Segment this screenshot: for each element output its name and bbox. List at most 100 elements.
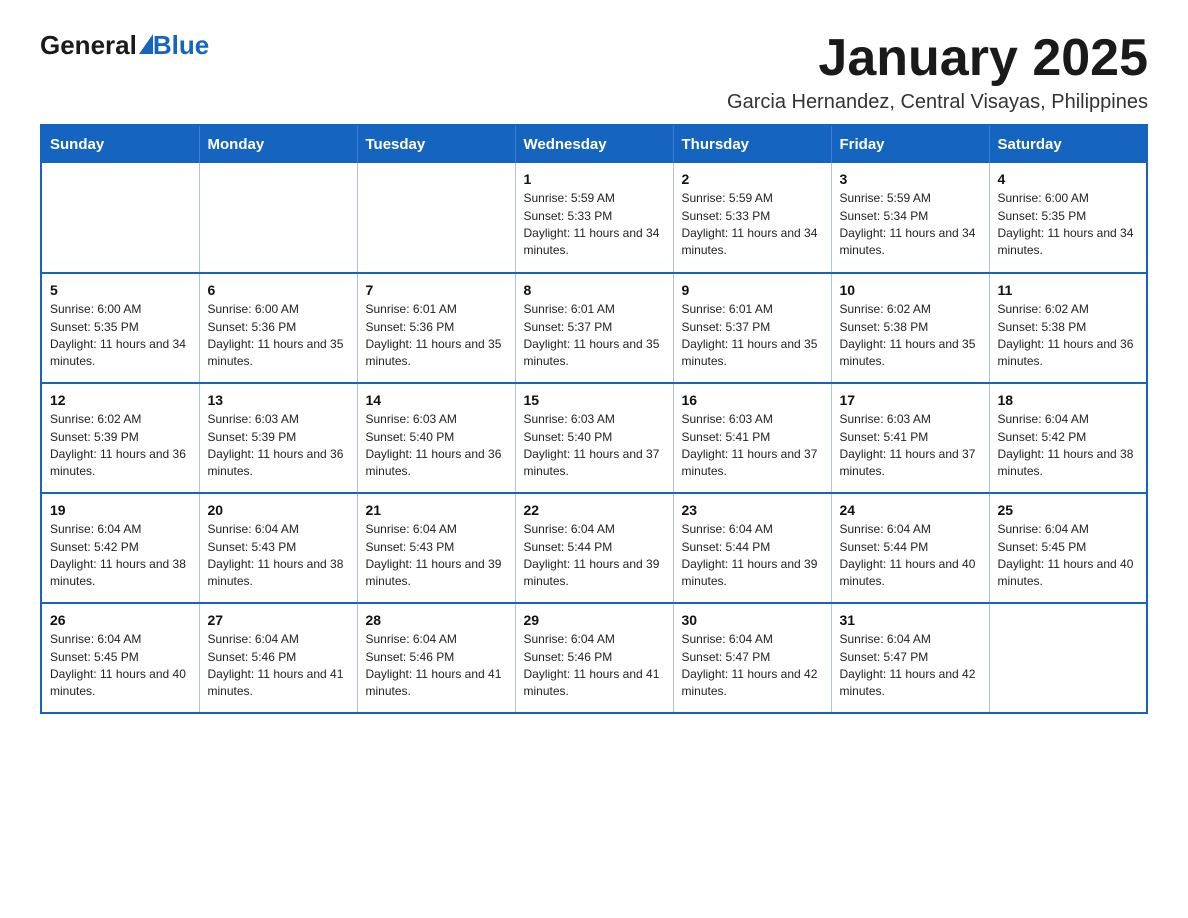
day-number: 28: [366, 612, 507, 628]
day-number: 29: [524, 612, 665, 628]
week-row-5: 26 Sunrise: 6:04 AMSunset: 5:45 PMDayligh…: [41, 603, 1147, 713]
column-header-wednesday: Wednesday: [515, 125, 673, 163]
day-info: Sunrise: 6:04 AMSunset: 5:44 PMDaylight:…: [840, 521, 981, 591]
day-info: Sunrise: 6:00 AMSunset: 5:36 PMDaylight:…: [208, 301, 349, 371]
day-cell: 19Sunrise: 6:04 AMSunset: 5:42 PMDayligh…: [41, 493, 199, 603]
day-number: 30: [682, 612, 823, 628]
day-cell: 24 Sunrise: 6:04 AMSunset: 5:44 PMDayligh…: [831, 493, 989, 603]
day-number: 25: [998, 502, 1139, 518]
day-cell: 2 Sunrise: 5:59 AMSunset: 5:33 PMDaylight…: [673, 163, 831, 273]
day-info: Sunrise: 6:02 AMSunset: 5:39 PMDaylight:…: [50, 411, 191, 481]
column-header-saturday: Saturday: [989, 125, 1147, 163]
day-number: 31: [840, 612, 981, 628]
week-row-2: 5 Sunrise: 6:00 AMSunset: 5:35 PMDaylight…: [41, 273, 1147, 383]
day-info: Sunrise: 6:03 AMSunset: 5:40 PMDaylight:…: [524, 411, 665, 481]
week-row-1: 1 Sunrise: 5:59 AMSunset: 5:33 PMDaylight…: [41, 163, 1147, 273]
column-header-friday: Friday: [831, 125, 989, 163]
day-cell: 5 Sunrise: 6:00 AMSunset: 5:35 PMDaylight…: [41, 273, 199, 383]
day-number: 4: [998, 171, 1139, 187]
day-info: Sunrise: 6:04 AMSunset: 5:44 PMDaylight:…: [524, 521, 665, 591]
day-number: 5: [50, 282, 191, 298]
day-number: 16: [682, 392, 823, 408]
day-number: 18: [998, 392, 1139, 408]
day-cell: [989, 603, 1147, 713]
day-number: 26: [50, 612, 191, 628]
day-cell: 12Sunrise: 6:02 AMSunset: 5:39 PMDayligh…: [41, 383, 199, 493]
day-info: Sunrise: 6:04 AMSunset: 5:45 PMDaylight:…: [50, 631, 191, 701]
day-info: Sunrise: 6:04 AMSunset: 5:46 PMDaylight:…: [524, 631, 665, 701]
header-row: SundayMondayTuesdayWednesdayThursdayFrid…: [41, 125, 1147, 163]
title-area: January 2025 Garcia Hernandez, Central V…: [727, 30, 1148, 114]
day-number: 1: [524, 171, 665, 187]
calendar-body: 1 Sunrise: 5:59 AMSunset: 5:33 PMDaylight…: [41, 163, 1147, 713]
day-cell: [199, 163, 357, 273]
day-info: Sunrise: 5:59 AMSunset: 5:33 PMDaylight:…: [682, 190, 823, 260]
day-info: Sunrise: 6:04 AMSunset: 5:43 PMDaylight:…: [366, 521, 507, 591]
day-info: Sunrise: 6:04 AMSunset: 5:43 PMDaylight:…: [208, 521, 349, 591]
day-cell: 21 Sunrise: 6:04 AMSunset: 5:43 PMDayligh…: [357, 493, 515, 603]
column-header-thursday: Thursday: [673, 125, 831, 163]
day-number: 9: [682, 282, 823, 298]
day-cell: 1 Sunrise: 5:59 AMSunset: 5:33 PMDaylight…: [515, 163, 673, 273]
day-number: 13: [208, 392, 349, 408]
day-info: Sunrise: 6:01 AMSunset: 5:37 PMDaylight:…: [524, 301, 665, 371]
day-cell: [41, 163, 199, 273]
calendar-table: SundayMondayTuesdayWednesdayThursdayFrid…: [40, 124, 1148, 714]
logo-text: General Blue: [40, 30, 209, 61]
day-info: Sunrise: 6:04 AMSunset: 5:44 PMDaylight:…: [682, 521, 823, 591]
day-number: 21: [366, 502, 507, 518]
day-number: 24: [840, 502, 981, 518]
day-cell: 23 Sunrise: 6:04 AMSunset: 5:44 PMDayligh…: [673, 493, 831, 603]
logo-triangle-icon: [139, 34, 153, 54]
day-info: Sunrise: 6:04 AMSunset: 5:47 PMDaylight:…: [840, 631, 981, 701]
day-cell: 17 Sunrise: 6:03 AMSunset: 5:41 PMDayligh…: [831, 383, 989, 493]
week-row-4: 19Sunrise: 6:04 AMSunset: 5:42 PMDayligh…: [41, 493, 1147, 603]
day-number: 11: [998, 282, 1139, 298]
day-info: Sunrise: 6:03 AMSunset: 5:39 PMDaylight:…: [208, 411, 349, 481]
day-cell: 25 Sunrise: 6:04 AMSunset: 5:45 PMDayligh…: [989, 493, 1147, 603]
day-info: Sunrise: 5:59 AMSunset: 5:33 PMDaylight:…: [524, 190, 665, 260]
day-number: 19: [50, 502, 191, 518]
day-info: Sunrise: 6:02 AMSunset: 5:38 PMDaylight:…: [998, 301, 1139, 371]
week-row-3: 12Sunrise: 6:02 AMSunset: 5:39 PMDayligh…: [41, 383, 1147, 493]
day-info: Sunrise: 6:02 AMSunset: 5:38 PMDaylight:…: [840, 301, 981, 371]
day-info: Sunrise: 6:04 AMSunset: 5:46 PMDaylight:…: [208, 631, 349, 701]
day-info: Sunrise: 6:01 AMSunset: 5:36 PMDaylight:…: [366, 301, 507, 371]
calendar-header: SundayMondayTuesdayWednesdayThursdayFrid…: [41, 125, 1147, 163]
day-cell: 11 Sunrise: 6:02 AMSunset: 5:38 PMDayligh…: [989, 273, 1147, 383]
day-number: 10: [840, 282, 981, 298]
column-header-monday: Monday: [199, 125, 357, 163]
day-number: 17: [840, 392, 981, 408]
day-number: 15: [524, 392, 665, 408]
header: General Blue January 2025 Garcia Hernand…: [40, 30, 1148, 114]
day-cell: 6Sunrise: 6:00 AMSunset: 5:36 PMDaylight…: [199, 273, 357, 383]
logo-general-text: General: [40, 30, 137, 61]
day-cell: 3Sunrise: 5:59 AMSunset: 5:34 PMDaylight…: [831, 163, 989, 273]
day-number: 3: [840, 171, 981, 187]
day-cell: 29 Sunrise: 6:04 AMSunset: 5:46 PMDayligh…: [515, 603, 673, 713]
day-number: 2: [682, 171, 823, 187]
day-info: Sunrise: 6:03 AMSunset: 5:40 PMDaylight:…: [366, 411, 507, 481]
day-cell: 30Sunrise: 6:04 AMSunset: 5:47 PMDayligh…: [673, 603, 831, 713]
day-number: 27: [208, 612, 349, 628]
day-info: Sunrise: 6:04 AMSunset: 5:42 PMDaylight:…: [998, 411, 1139, 481]
logo-blue-text: Blue: [153, 30, 209, 61]
day-info: Sunrise: 6:03 AMSunset: 5:41 PMDaylight:…: [840, 411, 981, 481]
day-number: 23: [682, 502, 823, 518]
column-header-sunday: Sunday: [41, 125, 199, 163]
day-number: 22: [524, 502, 665, 518]
day-number: 7: [366, 282, 507, 298]
day-cell: 22 Sunrise: 6:04 AMSunset: 5:44 PMDayligh…: [515, 493, 673, 603]
day-cell: 20 Sunrise: 6:04 AMSunset: 5:43 PMDayligh…: [199, 493, 357, 603]
day-info: Sunrise: 6:04 AMSunset: 5:45 PMDaylight:…: [998, 521, 1139, 591]
day-info: Sunrise: 6:00 AMSunset: 5:35 PMDaylight:…: [50, 301, 191, 371]
logo: General Blue: [40, 30, 209, 61]
day-number: 14: [366, 392, 507, 408]
month-year-title: January 2025: [727, 30, 1148, 87]
day-number: 20: [208, 502, 349, 518]
day-cell: 16 Sunrise: 6:03 AMSunset: 5:41 PMDayligh…: [673, 383, 831, 493]
day-cell: 7 Sunrise: 6:01 AMSunset: 5:36 PMDaylight…: [357, 273, 515, 383]
day-info: Sunrise: 6:03 AMSunset: 5:41 PMDaylight:…: [682, 411, 823, 481]
day-cell: 28Sunrise: 6:04 AMSunset: 5:46 PMDayligh…: [357, 603, 515, 713]
day-cell: 18 Sunrise: 6:04 AMSunset: 5:42 PMDayligh…: [989, 383, 1147, 493]
